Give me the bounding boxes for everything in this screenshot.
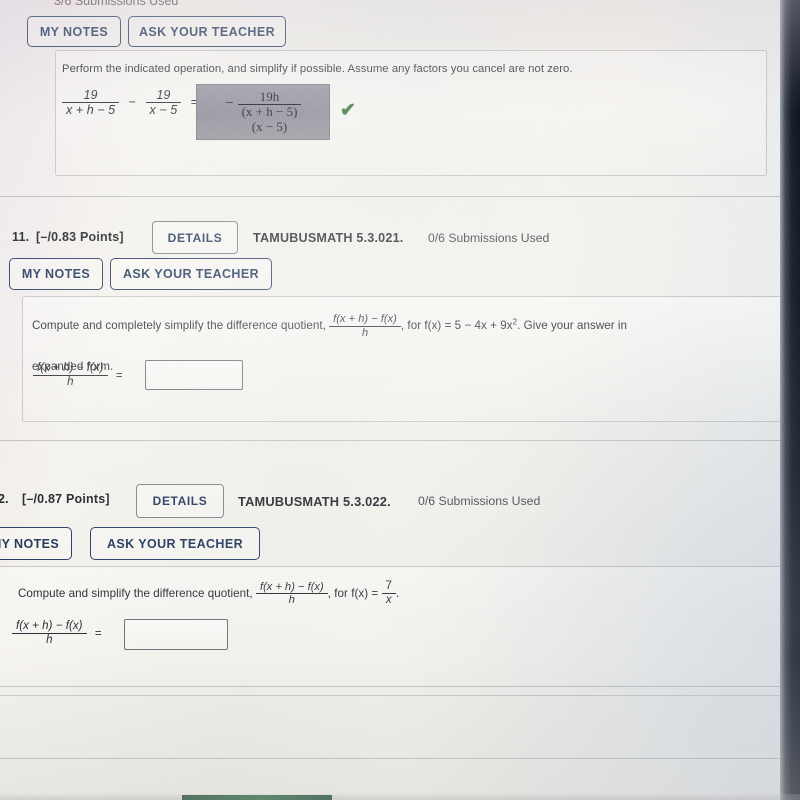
question-12-points: [–/0.87 Points] bbox=[22, 492, 110, 506]
question-12-submissions-used: 0/6 Submissions Used bbox=[418, 494, 541, 508]
top-term-1-denominator: x + h − 5 bbox=[66, 103, 116, 118]
question-11-prompt-part-1: Compute and completely simplify the diff… bbox=[32, 319, 326, 333]
top-answer-field[interactable]: − 19h (x + h − 5) (x − 5) bbox=[196, 84, 330, 140]
screen-bezel-right bbox=[780, 0, 800, 800]
question-11-difference-quotient: f(x + h) − f(x) h bbox=[329, 313, 401, 339]
top-answer-sign: − bbox=[224, 95, 234, 112]
question-12-prompt: Compute and simplify the difference quot… bbox=[18, 580, 718, 607]
top-term-1-numerator: 19 bbox=[62, 88, 120, 104]
top-term-1: 19 x + h − 5 bbox=[62, 88, 120, 118]
top-expression-operator: − bbox=[128, 95, 136, 110]
ask-your-teacher-button-11[interactable]: ASK YOUR TEACHER bbox=[110, 258, 272, 290]
question-12-answer-fraction: f(x + h) − f(x) h bbox=[12, 620, 87, 647]
taskbar-green-strip bbox=[182, 795, 332, 800]
top-question-prompt: Perform the indicated operation, and sim… bbox=[62, 63, 573, 75]
question-11-answer-fraction-numerator: f(x + h) − f(x) bbox=[33, 362, 108, 377]
question-11-answer-equals: = bbox=[115, 369, 123, 382]
details-button-11[interactable]: DETAILS bbox=[152, 221, 238, 254]
my-notes-button-12[interactable]: MY NOTES bbox=[0, 527, 72, 560]
question-12-prompt-part-3: . bbox=[395, 586, 400, 600]
question-11-answer-fraction: f(x + h) − f(x) h bbox=[33, 362, 108, 389]
question-11-answer-label: f(x + h) − f(x) h = bbox=[33, 362, 123, 389]
question-12-difference-quotient: f(x + h) − f(x) h bbox=[255, 581, 328, 607]
check-icon-top: ✔ bbox=[340, 100, 356, 121]
question-11-reference: TAMUBUSMATH 5.3.021. bbox=[253, 231, 404, 245]
my-notes-button-11[interactable]: MY NOTES bbox=[9, 258, 103, 290]
divider-after-question-12 bbox=[0, 686, 790, 687]
question-11-dq-numerator: f(x + h) − f(x) bbox=[329, 313, 401, 327]
question-11-prompt-part-2: , for f(x) = 5 − 4x + 9x bbox=[400, 319, 513, 333]
question-12-answer-fraction-numerator: f(x + h) − f(x) bbox=[12, 620, 87, 635]
question-12-prompt-part-2: , for f(x) = bbox=[327, 586, 379, 600]
top-term-2-numerator: 19 bbox=[145, 88, 182, 104]
top-submissions-used: 3/6 Submissions Used bbox=[54, 0, 179, 8]
my-notes-button-top[interactable]: MY NOTES bbox=[27, 16, 121, 47]
question-12-answer-label: f(x + h) − f(x) h = bbox=[12, 620, 102, 647]
divider-after-question-11 bbox=[0, 440, 800, 441]
question-12-fx-fraction: 7 x bbox=[381, 580, 396, 607]
question-11-prompt: Compute and completely simplify the diff… bbox=[32, 313, 744, 339]
question-12-fx-numerator: 7 bbox=[381, 580, 396, 595]
ask-your-teacher-button-12[interactable]: ASK YOUR TEACHER bbox=[90, 527, 260, 560]
details-button-12[interactable]: DETAILS bbox=[136, 484, 224, 518]
top-answer-numerator: 19h bbox=[237, 89, 302, 106]
top-expression: 19 x + h − 5 − 19 x − 5 = bbox=[62, 88, 204, 118]
top-answer-denominator-line-1: (x + h − 5) bbox=[241, 104, 298, 120]
ask-your-teacher-button-top[interactable]: ASK YOUR TEACHER bbox=[128, 16, 286, 47]
question-11-points: [–/0.83 Points] bbox=[36, 230, 124, 244]
question-12-dq-numerator: f(x + h) − f(x) bbox=[255, 581, 328, 595]
question-12-number: 2. bbox=[0, 492, 9, 506]
question-11-answer-fraction-denominator: h bbox=[67, 376, 74, 389]
top-answer-fraction: 19h (x + h − 5) (x − 5) bbox=[237, 89, 302, 135]
question-11-answer-input[interactable] bbox=[145, 360, 243, 390]
question-11-prompt-part-3: . Give your answer in bbox=[517, 319, 628, 333]
question-12-dq-denominator: h bbox=[288, 594, 295, 607]
question-12-answer-equals: = bbox=[94, 627, 102, 640]
top-answer-denominator-line-2: (x − 5) bbox=[251, 118, 288, 134]
question-12-answer-fraction-denominator: h bbox=[46, 634, 53, 647]
top-term-2: 19 x − 5 bbox=[145, 88, 182, 118]
divider-lower-1 bbox=[0, 758, 780, 759]
question-11-number: 11. bbox=[12, 230, 30, 244]
question-11-dq-denominator: h bbox=[361, 326, 369, 339]
divider-after-top-question bbox=[0, 196, 800, 197]
question-12-answer-input[interactable] bbox=[124, 619, 228, 650]
question-12-fx-denominator: x bbox=[385, 594, 392, 607]
question-12-reference: TAMUBUSMATH 5.3.022. bbox=[238, 494, 391, 509]
question-11-submissions-used: 0/6 Submissions Used bbox=[428, 231, 550, 245]
page-content: 3/6 Submissions Used MY NOTES ASK YOUR T… bbox=[0, 0, 800, 800]
photographed-screen: 3/6 Submissions Used MY NOTES ASK YOUR T… bbox=[0, 0, 800, 800]
screen-bezel-bottom bbox=[0, 794, 800, 800]
question-12-prompt-part-1: Compute and simplify the difference quot… bbox=[18, 586, 253, 600]
top-term-2-denominator: x − 5 bbox=[149, 103, 178, 118]
